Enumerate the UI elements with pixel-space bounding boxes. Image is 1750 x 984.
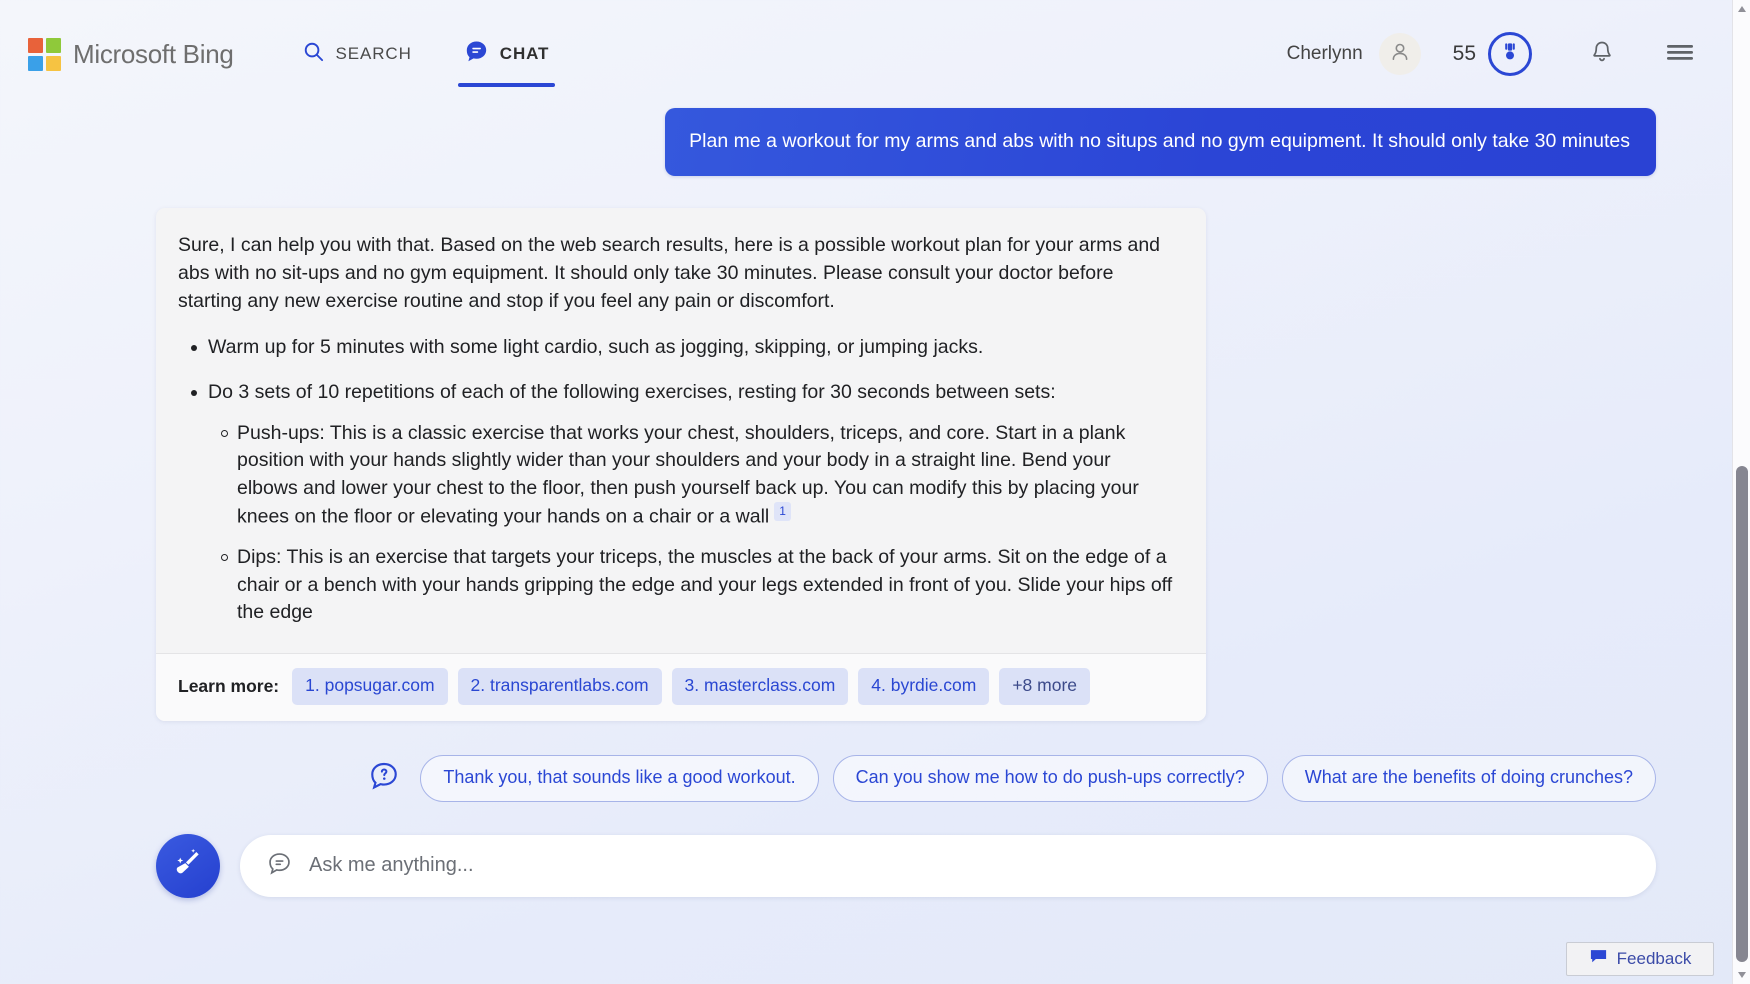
scroll-up-arrow-icon[interactable] bbox=[1733, 0, 1750, 18]
citation-chip-2[interactable]: 2. transparentlabs.com bbox=[457, 667, 662, 705]
list-item: Warm up for 5 minutes with some light ca… bbox=[178, 334, 1176, 362]
person-icon bbox=[1388, 40, 1412, 69]
bullet-text: Do 3 sets of 10 repetitions of each of t… bbox=[208, 381, 1056, 404]
search-icon bbox=[302, 40, 325, 68]
suggestion-chip-1[interactable]: Thank you, that sounds like a good worko… bbox=[420, 754, 819, 802]
bell-icon bbox=[1589, 39, 1615, 70]
avatar[interactable] bbox=[1378, 33, 1421, 75]
sub-bullet-text: Push-ups: This is a classic exercise tha… bbox=[237, 421, 1139, 528]
suggestions-hint-button[interactable] bbox=[366, 760, 402, 796]
citation-chip-4[interactable]: 4. byrdie.com bbox=[858, 667, 990, 705]
answer-body: Sure, I can help you with that. Based on… bbox=[156, 208, 1206, 652]
learn-more-label: Learn more: bbox=[178, 675, 280, 696]
microsoft-bing-logo[interactable]: Microsoft Bing bbox=[28, 37, 234, 71]
vertical-scrollbar[interactable] bbox=[1732, 0, 1750, 984]
citation-chip-1[interactable]: 1. popsugar.com bbox=[292, 667, 448, 705]
header-right-controls: Cherlynn 55 bbox=[1287, 32, 1750, 76]
hamburger-menu-icon bbox=[1665, 40, 1695, 69]
rewards-medal-icon bbox=[1498, 40, 1522, 69]
question-bubble-icon bbox=[368, 760, 400, 797]
scrollbar-thumb[interactable] bbox=[1736, 466, 1748, 962]
feedback-label: Feedback bbox=[1616, 949, 1692, 968]
answer-intro-paragraph: Sure, I can help you with that. Based on… bbox=[178, 234, 1161, 312]
answer-bullet-list: Warm up for 5 minutes with some light ca… bbox=[178, 334, 1176, 627]
chat-content: Plan me a workout for my arms and abs wi… bbox=[46, 108, 1686, 898]
suggestion-chip-3[interactable]: What are the benefits of doing crunches? bbox=[1281, 754, 1656, 802]
brand-wordmark: Microsoft Bing bbox=[73, 38, 234, 69]
composer-row bbox=[46, 833, 1686, 898]
feedback-bubble-icon bbox=[1589, 947, 1608, 971]
notifications-button[interactable] bbox=[1580, 32, 1624, 76]
list-item: Dips: This is an exercise that targets y… bbox=[208, 544, 1176, 626]
header-nav-tabs: SEARCH CHAT bbox=[296, 0, 556, 108]
app-header: Microsoft Bing SEARCH CHAT Cherlynn 55 bbox=[0, 0, 1750, 108]
user-name-label: Cherlynn bbox=[1286, 43, 1363, 64]
citation-chip-3[interactable]: 3. masterclass.com bbox=[671, 667, 849, 705]
tab-chat[interactable]: CHAT bbox=[457, 0, 556, 108]
logo-square-green bbox=[46, 37, 61, 53]
menu-button[interactable] bbox=[1658, 32, 1702, 76]
tab-search[interactable]: SEARCH bbox=[296, 0, 418, 108]
assistant-message-row: Sure, I can help you with that. Based on… bbox=[46, 208, 1686, 721]
learn-more-footer: Learn more: 1. popsugar.com 2. transpare… bbox=[156, 652, 1206, 721]
sub-bullet-text: Dips: This is an exercise that targets y… bbox=[237, 546, 1173, 624]
suggestion-chips-row: Thank you, that sounds like a good worko… bbox=[46, 754, 1686, 802]
assistant-answer-card: Sure, I can help you with that. Based on… bbox=[156, 208, 1206, 721]
chat-scroll-region[interactable]: Plan me a workout for my arms and abs wi… bbox=[0, 108, 1732, 984]
chat-input-shell[interactable] bbox=[240, 834, 1656, 897]
rewards-badge-button[interactable] bbox=[1488, 32, 1532, 76]
list-item: Do 3 sets of 10 repetitions of each of t… bbox=[178, 379, 1176, 627]
chat-bubble-icon bbox=[464, 39, 489, 69]
chat-bubble-outline-icon bbox=[266, 850, 293, 882]
microsoft-logo-icon bbox=[28, 37, 61, 71]
user-message-row: Plan me a workout for my arms and abs wi… bbox=[46, 108, 1686, 177]
bullet-text: Warm up for 5 minutes with some light ca… bbox=[208, 335, 984, 358]
logo-square-yellow bbox=[46, 55, 61, 71]
rewards-points-value: 55 bbox=[1452, 42, 1476, 65]
scroll-down-arrow-icon[interactable] bbox=[1733, 966, 1750, 984]
feedback-button[interactable]: Feedback bbox=[1566, 942, 1714, 976]
search-input[interactable] bbox=[309, 854, 1630, 878]
answer-sub-bullet-list: Push-ups: This is a classic exercise tha… bbox=[208, 420, 1176, 627]
logo-square-blue bbox=[28, 55, 43, 71]
citation-chip-more[interactable]: +8 more bbox=[999, 667, 1091, 705]
tab-chat-label: CHAT bbox=[499, 44, 550, 63]
citation-superscript[interactable]: 1 bbox=[774, 502, 791, 522]
logo-square-red bbox=[28, 37, 43, 53]
tab-search-label: SEARCH bbox=[335, 44, 412, 63]
broom-new-topic-icon bbox=[170, 845, 206, 886]
list-item: Push-ups: This is a classic exercise tha… bbox=[208, 420, 1176, 531]
new-topic-button[interactable] bbox=[156, 833, 220, 898]
suggestion-chip-2[interactable]: Can you show me how to do push-ups corre… bbox=[832, 754, 1268, 802]
user-message-bubble: Plan me a workout for my arms and abs wi… bbox=[665, 108, 1656, 177]
